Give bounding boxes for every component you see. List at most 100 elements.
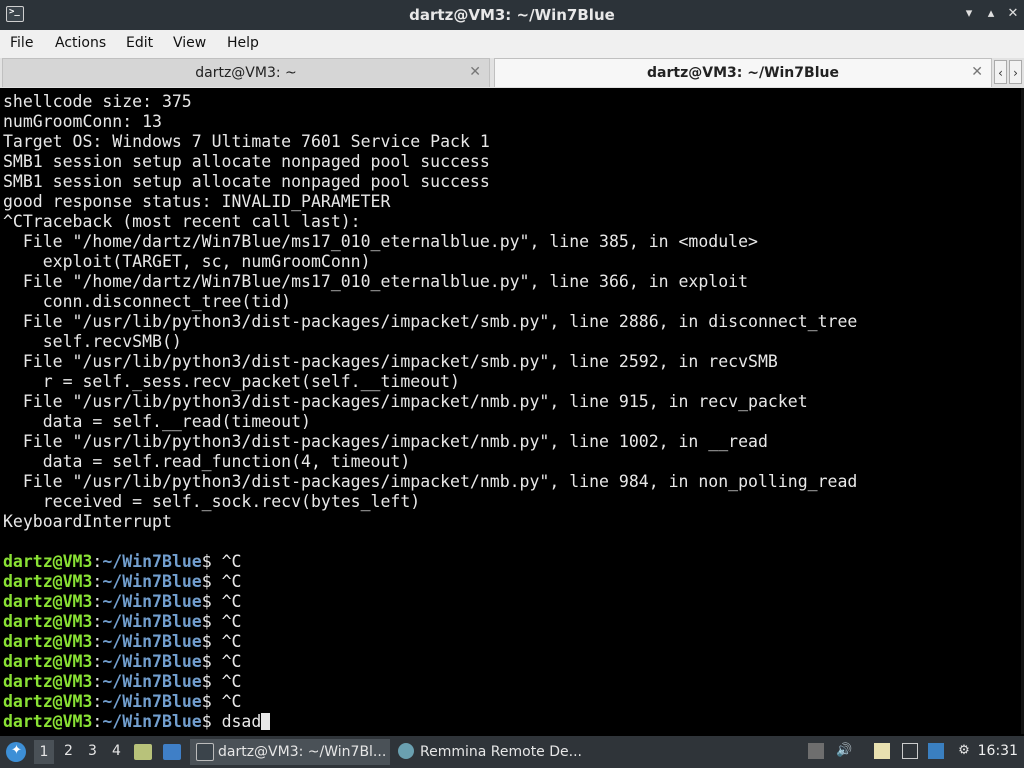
terminal-line: shellcode size: 375 xyxy=(3,92,192,111)
minimize-button[interactable]: ▾ xyxy=(960,5,978,23)
prompt-line: dartz@VM3:~/Win7Blue$ ^C xyxy=(3,692,857,712)
terminal-line: data = self.read_function(4, timeout) xyxy=(3,452,411,471)
prompt-symbol: $ xyxy=(201,572,222,591)
prompt-line: dartz@VM3:~/Win7Blue$ ^C xyxy=(3,672,857,692)
prompt-line: dartz@VM3:~/Win7Blue$ ^C xyxy=(3,572,857,592)
prompt-separator: : xyxy=(92,572,103,591)
prompt-line: dartz@VM3:~/Win7Blue$ ^C xyxy=(3,632,857,652)
prompt-separator: : xyxy=(92,592,103,611)
tab-label: dartz@VM3: ~/Win7Blue xyxy=(647,65,839,81)
update-icon[interactable] xyxy=(928,743,944,759)
terminal-line: File "/usr/lib/python3/dist-packages/imp… xyxy=(3,312,858,331)
prompt-line: dartz@VM3:~/Win7Blue$ ^C xyxy=(3,592,857,612)
prompt-user-host: dartz@VM3 xyxy=(3,632,93,651)
file-manager-icon[interactable] xyxy=(134,744,152,760)
tab-label: dartz@VM3: ~ xyxy=(195,65,297,81)
prompt-path: ~/Win7Blue xyxy=(102,572,202,591)
terminal-line: File "/usr/lib/python3/dist-packages/imp… xyxy=(3,352,778,371)
tab-bar: dartz@VM3: ~ ✕ dartz@VM3: ~/Win7Blue ✕ ‹… xyxy=(0,58,1024,89)
task-label: dartz@VM3: ~/Win7Bl... xyxy=(218,744,387,760)
prompt-symbol: $ xyxy=(201,552,222,571)
terminal-line: received = self._sock.recv(bytes_left) xyxy=(3,492,421,511)
prompt-line: dartz@VM3:~/Win7Blue$ ^C xyxy=(3,652,857,672)
menu-edit[interactable]: Edit xyxy=(126,35,153,51)
task-terminal[interactable]: dartz@VM3: ~/Win7Bl... xyxy=(190,739,390,765)
notes-icon[interactable] xyxy=(874,743,890,759)
window-titlebar[interactable]: >_ dartz@VM3: ~/Win7Blue ▾ ▴ ✕ xyxy=(0,0,1024,30)
prompt-command: ^C xyxy=(221,652,242,671)
prompt-symbol: $ xyxy=(201,592,222,611)
current-input[interactable]: dsad xyxy=(222,712,262,731)
prompt-separator: : xyxy=(92,552,103,571)
prompt-symbol: $ xyxy=(201,652,222,671)
close-tab-icon[interactable]: ✕ xyxy=(469,64,481,80)
prompt-user-host: dartz@VM3 xyxy=(3,692,93,711)
current-prompt-line[interactable]: dartz@VM3:~/Win7Blue$ dsad xyxy=(3,712,857,732)
prompt-line: dartz@VM3:~/Win7Blue$ ^C xyxy=(3,612,857,632)
prompt-path: ~/Win7Blue xyxy=(102,652,202,671)
terminal-line: File "/home/dartz/Win7Blue/ms17_010_eter… xyxy=(3,272,749,291)
prompt-symbol: $ xyxy=(201,632,222,651)
taskbar: ✦ 1 2 3 4 dartz@VM3: ~/Win7Bl... Remmina… xyxy=(0,736,1024,768)
clock: 16:31 xyxy=(977,743,1018,759)
prompt-path: ~/Win7Blue xyxy=(102,692,202,711)
maximize-button[interactable]: ▴ xyxy=(982,5,1000,23)
menu-view[interactable]: View xyxy=(173,35,206,51)
menu-bar: File Actions Edit View Help xyxy=(0,30,1024,59)
prompt-separator: : xyxy=(92,712,103,731)
settings-icon[interactable]: ⚙ xyxy=(956,743,972,759)
terminal-line: KeyboardInterrupt xyxy=(3,512,172,531)
prompt-command: ^C xyxy=(221,632,242,651)
terminal-line: File "/usr/lib/python3/dist-packages/imp… xyxy=(3,432,768,451)
terminal-line: data = self.__read(timeout) xyxy=(3,412,311,431)
workspace-3[interactable]: 3 xyxy=(88,743,97,759)
tab-home[interactable]: dartz@VM3: ~ ✕ xyxy=(2,58,490,87)
task-remmina[interactable]: Remmina Remote De... xyxy=(392,739,592,765)
remmina-icon xyxy=(398,743,414,759)
terminal-line: SMB1 session setup allocate nonpaged poo… xyxy=(3,152,490,171)
prompt-command: ^C xyxy=(221,672,242,691)
window-title: dartz@VM3: ~/Win7Blue xyxy=(409,6,615,24)
terminal-output: shellcode size: 375 numGroomConn: 13 Targe… xyxy=(3,92,857,732)
prompt-path: ~/Win7Blue xyxy=(102,632,202,651)
prompt-symbol: $ xyxy=(201,612,222,631)
prompt-path: ~/Win7Blue xyxy=(102,552,202,571)
terminal-line: File "/home/dartz/Win7Blue/ms17_010_eter… xyxy=(3,232,758,251)
prompt-user-host: dartz@VM3 xyxy=(3,572,93,591)
menu-file[interactable]: File xyxy=(10,35,33,51)
terminal-line: good response status: INVALID_PARAMETER xyxy=(3,192,391,211)
prompt-symbol: $ xyxy=(201,672,222,691)
prompt-command: ^C xyxy=(221,552,242,571)
prompt-separator: : xyxy=(92,632,103,651)
prompt-user-host: dartz@VM3 xyxy=(3,552,93,571)
workspace-4[interactable]: 4 xyxy=(112,743,121,759)
scroll-tabs-left-icon[interactable]: ‹ xyxy=(994,60,1007,84)
menu-help[interactable]: Help xyxy=(227,35,259,51)
scroll-tabs-right-icon[interactable]: › xyxy=(1009,60,1022,84)
menu-actions[interactable]: Actions xyxy=(55,35,106,51)
prompt-path: ~/Win7Blue xyxy=(102,712,202,731)
workspace-2[interactable]: 2 xyxy=(64,743,73,759)
prompt-separator: : xyxy=(92,652,103,671)
clipboard-icon[interactable] xyxy=(808,743,824,759)
tab-win7blue[interactable]: dartz@VM3: ~/Win7Blue ✕ xyxy=(494,58,992,87)
text-cursor xyxy=(261,713,271,730)
volume-icon[interactable]: 🔊 xyxy=(836,743,852,759)
close-tab-icon[interactable]: ✕ xyxy=(971,64,983,80)
prompt-user-host: dartz@VM3 xyxy=(3,592,93,611)
lxqt-menu-icon[interactable]: ✦ xyxy=(6,742,26,762)
terminal-line: r = self._sess.recv_packet(self.__timeou… xyxy=(3,372,460,391)
show-desktop-icon[interactable] xyxy=(163,744,181,760)
prompt-user-host: dartz@VM3 xyxy=(3,712,93,731)
prompt-command: ^C xyxy=(221,692,242,711)
terminal-line: numGroomConn: 13 xyxy=(3,112,162,131)
prompt-separator: : xyxy=(92,612,103,631)
network-icon[interactable] xyxy=(902,743,918,759)
terminal-area[interactable]: shellcode size: 375 numGroomConn: 13 Targe… xyxy=(0,88,1024,734)
prompt-user-host: dartz@VM3 xyxy=(3,672,93,691)
workspace-1[interactable]: 1 xyxy=(34,740,54,764)
task-label: Remmina Remote De... xyxy=(420,744,582,760)
close-button[interactable]: ✕ xyxy=(1004,5,1022,23)
terminal-line: File "/usr/lib/python3/dist-packages/imp… xyxy=(3,392,808,411)
